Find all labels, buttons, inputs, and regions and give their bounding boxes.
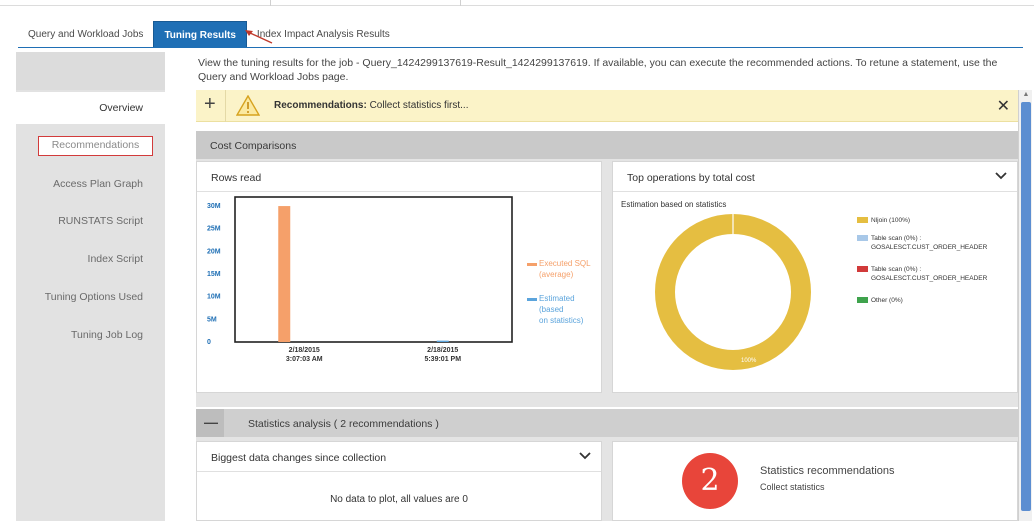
donut-legend: Nljoin (100%) Table scan (0%) : GOSALESCT…	[857, 216, 1017, 336]
sidebar-item-access-plan-graph[interactable]: Access Plan Graph	[53, 178, 143, 190]
biggest-changes-panel: Biggest data changes since collection No…	[196, 441, 602, 521]
cost-donut-chart: 100%	[655, 214, 811, 370]
top-frame-line	[0, 0, 1034, 6]
rows-read-chart: 0 5M 10M 15M 20M 25M 30M 2/18/2015 3:07:03 AM 2/1…	[207, 196, 591, 363]
legend-label: (average)	[539, 270, 574, 279]
sidebar-item-recommendations[interactable]: Recommendations	[38, 136, 153, 156]
x-tick-label: 2/18/2015	[289, 347, 320, 354]
donut-slice[interactable]	[655, 214, 811, 370]
legend-swatch	[527, 298, 537, 301]
plot-area	[234, 196, 513, 343]
statistics-analysis-header: — Statistics analysis ( 2 recommendation…	[196, 409, 1018, 437]
legend-swatch	[857, 297, 868, 303]
rows-read-title: Rows read	[211, 172, 262, 184]
top-operations-subtitle: Estimation based on statistics	[621, 200, 727, 209]
biggest-changes-header: Biggest data changes since collection	[197, 442, 601, 472]
biggest-changes-title: Biggest data changes since collection	[211, 452, 387, 464]
frame-divider	[460, 0, 461, 6]
legend-swatch	[527, 263, 537, 266]
close-icon[interactable]: ✕	[997, 96, 1010, 116]
rows-read-panel: Rows read 0 5M 10M 15M 20M 25M 30M 2/18/2015 3:0…	[196, 161, 602, 393]
y-tick-label: 15M	[207, 271, 221, 278]
legend-swatch	[857, 217, 868, 223]
cost-comparisons-header: Cost Comparisons	[196, 131, 1018, 159]
top-operations-title: Top operations by total cost	[627, 172, 755, 184]
intro-text: View the tuning results for the job - Qu…	[198, 57, 998, 83]
recommendations-banner: + Recommendations: Collect statistics fi…	[196, 90, 1018, 122]
chevron-down-icon[interactable]	[995, 171, 1007, 181]
legend-label: (based	[539, 305, 563, 314]
legend-label: Table scan (0%) : GOSALESCT.CUST_ORDER_H…	[871, 266, 988, 282]
scroll-up-icon[interactable]: ▲	[1019, 90, 1033, 100]
sidebar-header	[16, 52, 165, 90]
legend-label: on statistics)	[539, 316, 584, 325]
y-tick-label: 10M	[207, 294, 221, 301]
y-tick-label: 20M	[207, 248, 221, 255]
frame-divider	[270, 0, 271, 6]
sidebar-item-tuning-options-used[interactable]: Tuning Options Used	[45, 291, 143, 303]
sidebar-item-index-script[interactable]: Index Script	[88, 253, 143, 265]
banner-label: Recommendations:	[274, 100, 367, 111]
legend-label: Nljoin (100%)	[871, 217, 911, 224]
statistics-analysis-title: Statistics analysis ( 2 recommendations …	[248, 418, 439, 430]
x-tick-label: 3:07:03 AM	[286, 356, 323, 363]
stats-recommendations-title: Statistics recommendations	[760, 465, 895, 477]
rows-read-header: Rows read	[197, 162, 601, 192]
tab-query-and-workload-jobs[interactable]: Query and Workload Jobs	[18, 21, 153, 48]
y-tick-label: 30M	[207, 203, 221, 210]
legend-swatch	[857, 266, 868, 272]
top-operations-header: Top operations by total cost	[613, 162, 1017, 192]
y-tick-label: 5M	[207, 316, 217, 323]
donut-percent-label: 100%	[741, 358, 757, 364]
banner-text: Collect statistics first...	[369, 100, 469, 111]
recommendation-count-badge[interactable]: 2	[682, 453, 738, 509]
sidebar-item-runstats-script[interactable]: RUNSTATS Script	[58, 215, 143, 227]
warning-icon	[236, 95, 260, 116]
chevron-down-icon[interactable]	[579, 451, 591, 461]
results-tabs: Query and Workload Jobs Tuning Results I…	[18, 21, 400, 48]
y-tick-label: 25M	[207, 226, 221, 233]
empty-state-text: No data to plot, all values are 0	[330, 494, 468, 505]
tab-underline	[18, 47, 1023, 48]
bar	[278, 206, 291, 342]
banner-message: Recommendations: Collect statistics firs…	[274, 100, 468, 111]
top-operations-panel: Top operations by total cost Estimation …	[612, 161, 1018, 393]
tab-tuning-results[interactable]: Tuning Results	[153, 21, 247, 48]
sidebar-item-overview[interactable]: Overview	[16, 92, 165, 124]
x-tick-label: 5:39:01 PM	[424, 356, 461, 363]
legend-label: Executed SQL	[539, 259, 591, 268]
sidebar-item-tuning-job-log[interactable]: Tuning Job Log	[71, 329, 143, 341]
annotation-arrow-icon	[245, 30, 273, 44]
legend-swatch	[857, 235, 868, 241]
cost-comparisons-title: Cost Comparisons	[210, 140, 297, 152]
vertical-scrollbar[interactable]: ▲	[1018, 90, 1032, 521]
scrollbar-thumb[interactable]	[1021, 102, 1031, 511]
legend-label: Table scan (0%) : GOSALESCT.CUST_ORDER_H…	[871, 235, 988, 251]
statistics-recommendations-panel	[612, 441, 1018, 521]
stats-recommendations-subtitle: Collect statistics	[760, 482, 825, 492]
expand-button[interactable]: +	[204, 93, 216, 116]
legend-label: Estimated	[539, 294, 575, 303]
y-tick-label: 0	[207, 339, 211, 346]
banner-divider	[225, 90, 226, 122]
sidebar: Overview Recommendations Access Plan Gra…	[16, 52, 165, 521]
legend-label: Other (0%)	[871, 297, 903, 304]
x-tick-label: 2/18/2015	[427, 347, 458, 354]
collapse-button[interactable]: —	[204, 414, 218, 430]
bar	[436, 340, 449, 342]
